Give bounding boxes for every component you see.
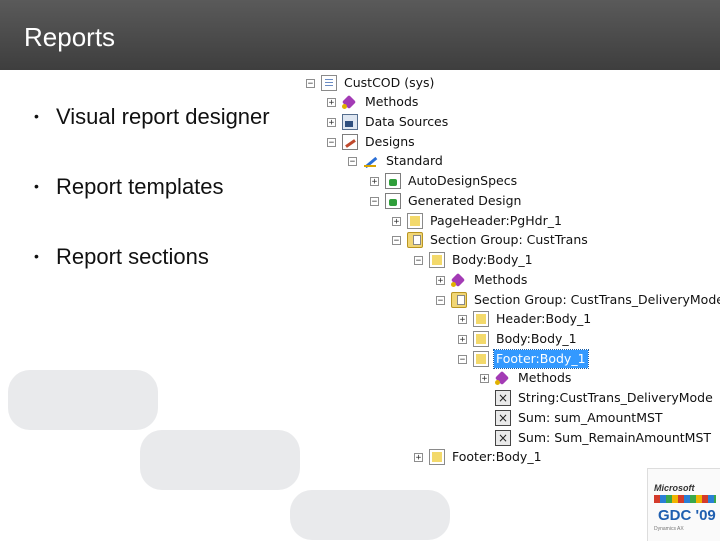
tree-node[interactable]: − Standard [348,152,445,170]
tree-node[interactable]: + Body:Body_1 [458,330,579,348]
collapse-toggle[interactable]: − [327,137,336,147]
expand-toggle[interactable]: + [458,314,467,324]
collapse-toggle[interactable]: − [370,196,379,206]
title-bar: Reports [0,0,720,70]
expand-toggle[interactable]: + [370,176,379,186]
section-icon [429,449,445,465]
bullet-item: • Report templates [34,174,224,199]
tree-node-label[interactable]: Body:Body_1 [450,251,535,269]
collapse-toggle[interactable]: − [392,235,401,245]
expand-toggle[interactable]: + [327,117,336,127]
tree-node[interactable]: − Section Group: CustTrans [392,231,590,249]
section-icon [429,252,445,268]
tree-node[interactable]: − CustCOD (sys) [306,74,436,92]
background-decoration [8,370,158,430]
tree-node[interactable]: + Methods [480,369,573,387]
methods-icon [495,370,511,386]
tree-node[interactable]: + Data Sources [327,113,450,131]
section-icon [473,351,489,367]
tree-node-label[interactable]: Header:Body_1 [494,310,593,328]
tree-node[interactable]: + Header:Body_1 [458,310,593,328]
tree-node-label[interactable]: String:CustTrans_DeliveryMode [516,389,715,407]
tree-node-label[interactable]: Generated Design [406,192,523,210]
tree-node-label[interactable]: Methods [472,271,529,289]
aot-tree-view[interactable]: − CustCOD (sys) + Methods + Data Sources − D… [300,72,720,472]
collapse-toggle[interactable]: − [436,295,445,305]
tree-node[interactable]: Sum: Sum_RemainAmountMST [480,429,713,447]
methods-icon [342,94,358,110]
section-group-icon [407,232,423,248]
tree-node[interactable]: + Methods [327,93,420,111]
no-toggle [480,414,489,423]
tree-node-label[interactable]: Footer:Body_1 [493,349,589,369]
tree-node[interactable]: − Generated Design [370,192,523,210]
background-decoration [290,490,450,540]
expand-toggle[interactable]: + [458,334,467,344]
tree-node[interactable]: − Designs [327,133,417,151]
tree-node-label[interactable]: Section Group: CustTrans [428,231,590,249]
collapse-toggle[interactable]: − [306,78,315,88]
tree-node[interactable]: + Methods [436,271,529,289]
designs-icon [342,134,358,150]
section-group-icon [451,292,467,308]
tree-node-label[interactable]: Footer:Body_1 [450,448,544,466]
no-toggle [480,434,489,443]
expand-toggle[interactable]: + [480,373,489,383]
tree-node[interactable]: − Body:Body_1 [414,251,535,269]
logo-tagline: Dynamics AX [654,526,684,532]
logo-event: GDC '09 [658,507,716,524]
tree-node[interactable]: + PageHeader:PgHdr_1 [392,212,564,230]
design-icon [363,153,379,169]
tree-node-label[interactable]: Methods [363,93,420,111]
bullet-item: • Visual report designer [34,104,270,129]
tree-node[interactable]: + AutoDesignSpecs [370,172,519,190]
tree-node-label[interactable]: Methods [516,369,573,387]
section-icon [407,213,423,229]
field-icon [495,389,511,407]
bullet-text: Report sections [56,244,209,269]
bullet-text: Report templates [56,174,224,199]
slide-title: Reports [24,22,116,52]
field-icon [495,429,511,447]
tree-node-selected[interactable]: − Footer:Body_1 [458,349,589,369]
auto-design-icon [385,173,401,189]
section-icon [473,311,489,327]
collapse-toggle[interactable]: − [348,156,357,166]
expand-toggle[interactable]: + [327,97,336,107]
tree-node[interactable]: String:CustTrans_DeliveryMode [480,389,715,407]
logo-stripes [654,495,716,503]
tree-node[interactable]: − Section Group: CustTrans_DeliveryMode [436,291,720,309]
tree-node-label[interactable]: Body:Body_1 [494,330,579,348]
tree-node-label[interactable]: PageHeader:PgHdr_1 [428,212,564,230]
section-icon [473,331,489,347]
collapse-toggle[interactable]: − [414,255,423,265]
tree-node-label[interactable]: Data Sources [363,113,450,131]
tree-node[interactable]: Sum: sum_AmountMST [480,409,665,427]
tree-node-label[interactable]: Section Group: CustTrans_DeliveryMode [472,291,720,309]
methods-icon [451,272,467,288]
tree-node-label[interactable]: AutoDesignSpecs [406,172,519,190]
expand-toggle[interactable]: + [414,452,423,462]
report-icon [321,75,337,91]
no-toggle [480,394,489,403]
data-sources-icon [342,114,358,130]
bullet-item: • Report sections [34,244,209,269]
expand-toggle[interactable]: + [436,275,445,285]
background-decoration [140,430,300,490]
collapse-toggle[interactable]: − [458,354,467,364]
tree-node-label[interactable]: Standard [384,152,445,170]
gdc-logo: Microsoft GDC '09 Dynamics AX [647,468,720,541]
tree-node[interactable]: + Footer:Body_1 [414,448,544,466]
logo-brand: Microsoft [654,483,695,493]
generated-design-icon [385,193,401,209]
bullet-text: Visual report designer [56,104,270,129]
expand-toggle[interactable]: + [392,216,401,226]
tree-node-label[interactable]: Sum: Sum_RemainAmountMST [516,429,713,447]
tree-node-label[interactable]: CustCOD (sys) [342,74,436,92]
tree-node-label[interactable]: Designs [363,133,417,151]
field-icon [495,409,511,427]
tree-node-label[interactable]: Sum: sum_AmountMST [516,409,665,427]
